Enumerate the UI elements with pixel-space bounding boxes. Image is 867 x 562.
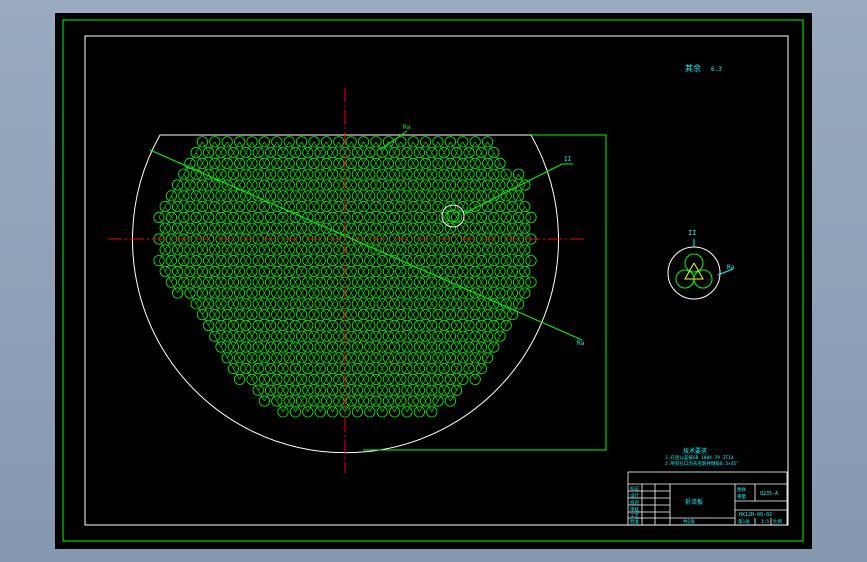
title-drawing-no: HX12H-00-02: [739, 512, 772, 518]
detail-view: [667, 239, 734, 300]
title-scale: 1:5: [761, 519, 769, 525]
title-row-6: 批准: [630, 518, 639, 525]
drawing-sheet[interactable]: 其余 6.3 Ra II Ra II Ra 技术要求 1.孔径公差按GB 180…: [55, 13, 812, 549]
roughness-note-label: 其余: [685, 63, 701, 73]
title-row-4: 审核: [630, 506, 639, 513]
section-mark-top-label: Ra: [403, 124, 411, 131]
title-row-1: 标记: [630, 485, 639, 492]
section-mark-right-label: II: [564, 156, 572, 163]
viewport-background: 其余 6.3 Ra II Ra II Ra 技术要求 1.孔径公差按GB 180…: [0, 0, 867, 562]
tech-req-title: 技术要求: [683, 447, 707, 455]
title-row-3: 校对: [630, 499, 639, 506]
title-row-2: 设计: [630, 492, 639, 499]
title-row-5: 工艺: [630, 513, 639, 519]
title-right-label-1: 图样: [737, 486, 746, 493]
title-right-label-3: 比例: [773, 518, 782, 525]
title-material: Q235-A: [760, 491, 778, 497]
tech-req-line-1: 1.孔径公差按GB 1804-79 IT14: [665, 454, 734, 461]
title-sheet-no: 第1张: [738, 518, 750, 525]
title-sheet-count: 共1张: [683, 518, 695, 525]
detail-right-label: Ra: [727, 264, 735, 271]
title-right-label-2: 重量: [737, 493, 746, 500]
title-part-name: 折流板: [685, 498, 703, 506]
tech-req-line-2: 2.所有孔口均去毛刺并倒角0.5×45°: [665, 460, 739, 467]
detail-section-label: II: [688, 229, 696, 237]
roughness-note-value: 6.3: [711, 66, 722, 73]
drawing-canvas[interactable]: 其余 6.3 Ra II Ra II Ra 技术要求 1.孔径公差按GB 180…: [55, 13, 812, 549]
section-mark-bottom-label: Ra: [577, 340, 585, 347]
